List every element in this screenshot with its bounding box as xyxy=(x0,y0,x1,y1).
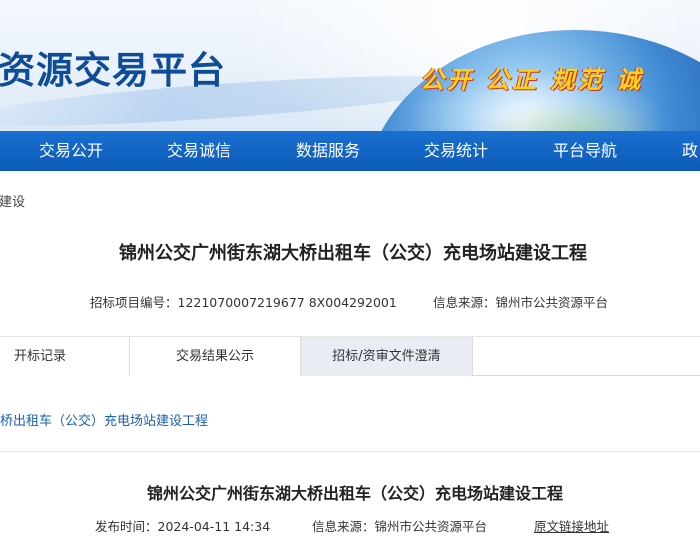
nav-item-trade-credit[interactable]: 交易诚信 xyxy=(167,131,231,171)
project-title: 锦州公交广州街东湖大桥出租车（公交）充电场站建设工程 xyxy=(119,243,587,264)
nav-item-platform-nav[interactable]: 平台导航 xyxy=(553,131,617,171)
nav-item-policy[interactable]: 政 xyxy=(682,131,698,171)
site-slogan: 公开 公正 规范 诚 xyxy=(420,66,644,94)
publish-time: 发布时间：2024-04-11 14:34 xyxy=(95,519,271,534)
section-title-link[interactable]: 桥出租车（公交）充电场站建设工程 xyxy=(0,410,208,429)
tab-bid-opening-record[interactable]: 开标记录 xyxy=(0,337,130,376)
tab-document-clarification[interactable]: 招标/资审文件澄清 xyxy=(301,337,473,376)
nav-item-trade-stats[interactable]: 交易统计 xyxy=(424,131,488,171)
project-source: 信息来源：锦州市公共资源平台 xyxy=(433,295,609,310)
article-title: 锦州公交广州街东湖大桥出租车（公交）充电场站建设工程 xyxy=(146,484,563,503)
tab-bar: 开标记录 交易结果公示 招标/资审文件澄清 xyxy=(0,336,700,376)
main-nav: 交易公开 交易诚信 数据服务 交易统计 平台导航 政 xyxy=(0,131,700,171)
nav-item-trade-public[interactable]: 交易公开 xyxy=(39,131,103,171)
original-link[interactable]: 原文链接地址 xyxy=(534,516,609,535)
article-source: 信息来源：锦州市公共资源平台 xyxy=(312,519,488,534)
tab-trade-result[interactable]: 交易结果公示 xyxy=(130,337,301,376)
breadcrumb[interactable]: 建设 xyxy=(0,191,25,210)
project-code: 招标项目编号：1221070007219677 8X004292001 xyxy=(90,295,397,310)
header-banner: 资源交易平台 公开 公正 规范 诚 xyxy=(0,0,700,131)
nav-item-data-service[interactable]: 数据服务 xyxy=(296,131,360,171)
site-title: 资源交易平台 xyxy=(0,49,226,92)
